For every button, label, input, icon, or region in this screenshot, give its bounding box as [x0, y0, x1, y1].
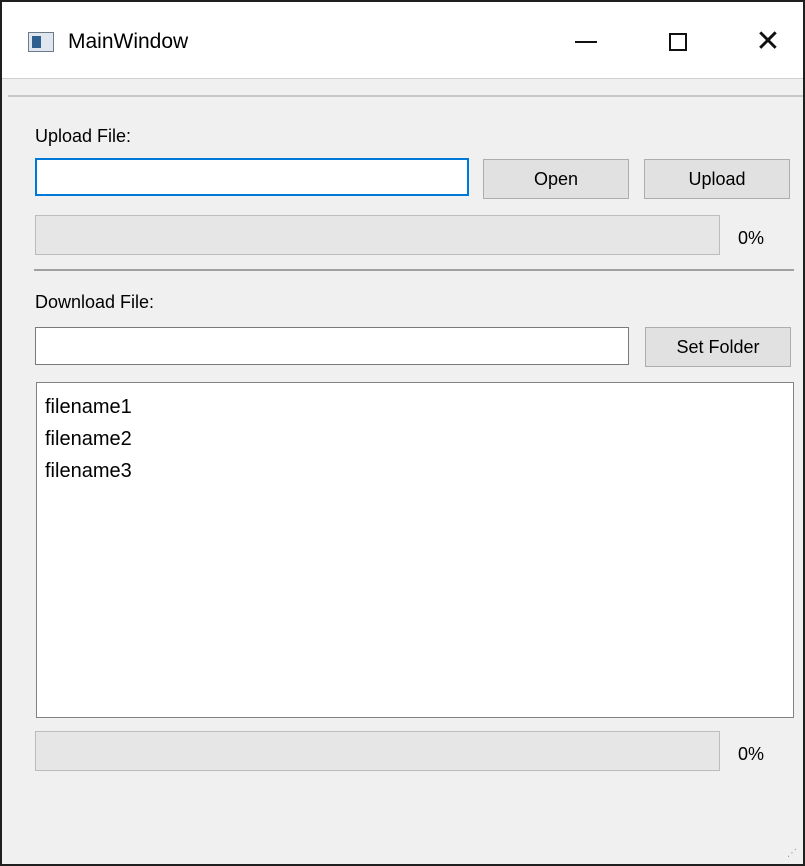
app-window-icon: [28, 32, 54, 52]
toolbar-divider: [8, 95, 803, 97]
list-item[interactable]: filename3: [45, 455, 793, 487]
maximize-button[interactable]: [650, 20, 706, 64]
upload-button[interactable]: Upload: [644, 159, 790, 199]
title-bar[interactable]: MainWindow ✕: [2, 2, 803, 79]
open-button[interactable]: Open: [483, 159, 629, 199]
main-window: MainWindow ✕ Upload File: Open Upload 0%…: [0, 0, 805, 866]
download-folder-input[interactable]: [35, 327, 629, 365]
download-progress-text: 0%: [738, 744, 765, 764]
upload-path-input[interactable]: [35, 158, 469, 196]
set-folder-button[interactable]: Set Folder: [645, 327, 791, 367]
maximize-icon: [669, 33, 687, 51]
resize-grip-icon[interactable]: ⋰: [787, 848, 799, 860]
file-list[interactable]: filename1 filename2 filename3: [36, 382, 794, 718]
close-button[interactable]: ✕: [740, 20, 796, 64]
download-file-label: Download File:: [35, 292, 155, 312]
window-title: MainWindow: [68, 30, 189, 53]
list-item[interactable]: filename2: [45, 423, 793, 455]
close-icon: ✕: [755, 25, 781, 58]
minimize-button[interactable]: [558, 20, 614, 64]
list-item[interactable]: filename1: [45, 391, 793, 423]
section-separator: [34, 269, 794, 271]
upload-progress-bar: [35, 215, 720, 255]
minimize-icon: [575, 41, 597, 43]
download-progress-bar: [35, 731, 720, 771]
upload-progress-text: 0%: [738, 228, 765, 248]
upload-file-label: Upload File:: [35, 126, 132, 146]
